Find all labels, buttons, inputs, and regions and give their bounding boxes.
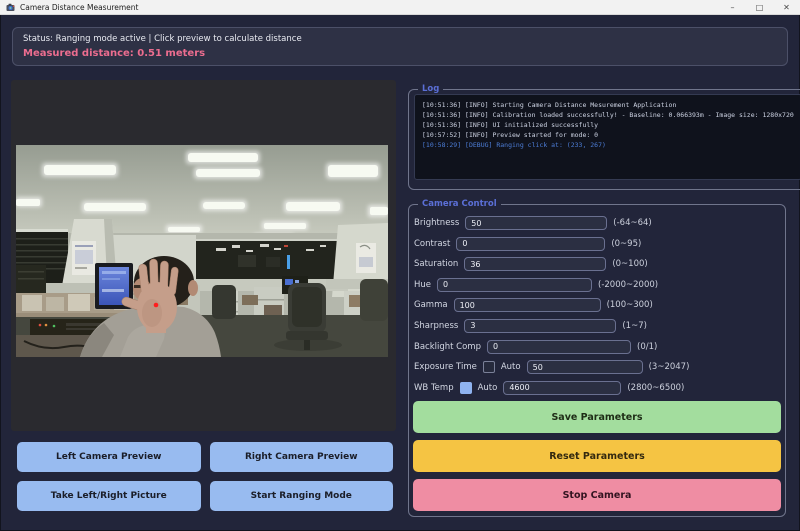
wb-auto-checkbox[interactable] (460, 382, 472, 394)
gamma-row: Gamma (100~300) (414, 298, 777, 312)
backlight-comp-row: Backlight Comp (0/1) (414, 340, 777, 354)
status-box: Status: Ranging mode active | Click prev… (12, 27, 788, 66)
hue-input[interactable] (437, 278, 592, 292)
pillar-poster (72, 241, 96, 275)
exposure-time-input[interactable] (527, 360, 643, 374)
measured-distance-text: Measured distance: 0.51 meters (23, 46, 777, 61)
saturation-label: Saturation (414, 259, 458, 269)
minimize-icon[interactable]: – (719, 0, 746, 15)
reset-parameters-button[interactable]: Reset Parameters (413, 440, 781, 472)
contrast-range: (0~95) (611, 239, 641, 249)
ranging-marker (154, 303, 159, 308)
status-text: Status: Ranging mode active | Click prev… (23, 33, 777, 46)
camera-control-groupbox: Camera Control Brightness (-64~64) Contr… (408, 199, 786, 517)
log-line: [10:51:36] [INFO] UI initialized success… (422, 120, 794, 130)
exposure-time-range: (3~2047) (649, 362, 690, 372)
exposure-auto-label: Auto (501, 362, 521, 372)
preview-button-grid: Left Camera Preview Right Camera Preview… (17, 442, 393, 511)
gamma-label: Gamma (414, 300, 448, 310)
camera-control-group-title: Camera Control (418, 199, 501, 209)
contrast-input[interactable] (456, 237, 605, 251)
wb-temp-row: WB Temp Auto (2800~6500) (414, 381, 777, 395)
take-picture-button[interactable]: Take Left/Right Picture (17, 481, 201, 511)
right-camera-preview-button[interactable]: Right Camera Preview (210, 442, 394, 472)
window-title: Camera Distance Measurement (20, 3, 719, 12)
wb-temp-label: WB Temp (414, 383, 454, 393)
exposure-time-label: Exposure Time (414, 362, 477, 372)
log-line: [10:51:36] [INFO] Starting Camera Distan… (422, 100, 794, 110)
save-parameters-button[interactable]: Save Parameters (413, 401, 781, 433)
camera-preview-video[interactable] (16, 145, 388, 357)
backlight-comp-label: Backlight Comp (414, 342, 481, 352)
gamma-input[interactable] (454, 298, 601, 312)
brightness-row: Brightness (-64~64) (414, 216, 777, 230)
log-output[interactable]: [10:51:36] [INFO] Starting Camera Distan… (414, 94, 800, 180)
sharpness-label: Sharpness (414, 321, 458, 331)
app-icon (6, 3, 15, 12)
exposure-auto-checkbox[interactable] (483, 361, 495, 373)
maximize-icon[interactable]: □ (746, 0, 773, 15)
brightness-label: Brightness (414, 218, 459, 228)
brightness-range: (-64~64) (613, 218, 651, 228)
hue-label: Hue (414, 280, 431, 290)
saturation-row: Saturation (0~100) (414, 257, 777, 271)
wb-auto-label: Auto (478, 383, 498, 393)
parameter-buttons: Save Parameters Reset Parameters Stop Ca… (413, 401, 781, 511)
saturation-range: (0~100) (612, 259, 647, 269)
contrast-label: Contrast (414, 239, 450, 249)
wb-temp-input[interactable] (503, 381, 621, 395)
left-camera-preview-button[interactable]: Left Camera Preview (17, 442, 201, 472)
stop-camera-button[interactable]: Stop Camera (413, 479, 781, 511)
camera-preview-panel (11, 80, 396, 431)
start-ranging-button[interactable]: Start Ranging Mode (210, 481, 394, 511)
log-line: [10:51:36] [INFO] Calibration loaded suc… (422, 110, 794, 120)
pillar-poster-right (356, 243, 376, 273)
sharpness-range: (1~7) (622, 321, 647, 331)
log-line: [10:57:52] [INFO] Preview started for mo… (422, 130, 794, 140)
log-line: [10:58:29] [DEBUG] Ranging click at: (23… (422, 140, 794, 150)
exposure-time-row: Exposure Time Auto (3~2047) (414, 360, 777, 374)
contrast-row: Contrast (0~95) (414, 237, 777, 251)
sharpness-input[interactable] (464, 319, 616, 333)
camera-control-rows: Brightness (-64~64) Contrast (0~95) Satu… (414, 216, 777, 395)
brightness-input[interactable] (465, 216, 607, 230)
log-groupbox: Log [10:51:36] [INFO] Starting Camera Di… (408, 84, 800, 190)
gamma-range: (100~300) (607, 300, 653, 310)
hue-row: Hue (-2000~2000) (414, 278, 777, 292)
wb-temp-range: (2800~6500) (627, 383, 684, 393)
titlebar: Camera Distance Measurement – □ ✕ (0, 0, 800, 15)
sharpness-row: Sharpness (1~7) (414, 319, 777, 333)
backlight-comp-range: (0/1) (637, 342, 657, 352)
hue-range: (-2000~2000) (598, 280, 658, 290)
backlight-comp-input[interactable] (487, 340, 631, 354)
close-icon[interactable]: ✕ (773, 0, 800, 15)
window-controls: – □ ✕ (719, 0, 800, 15)
saturation-input[interactable] (464, 257, 606, 271)
log-group-title: Log (418, 84, 443, 94)
